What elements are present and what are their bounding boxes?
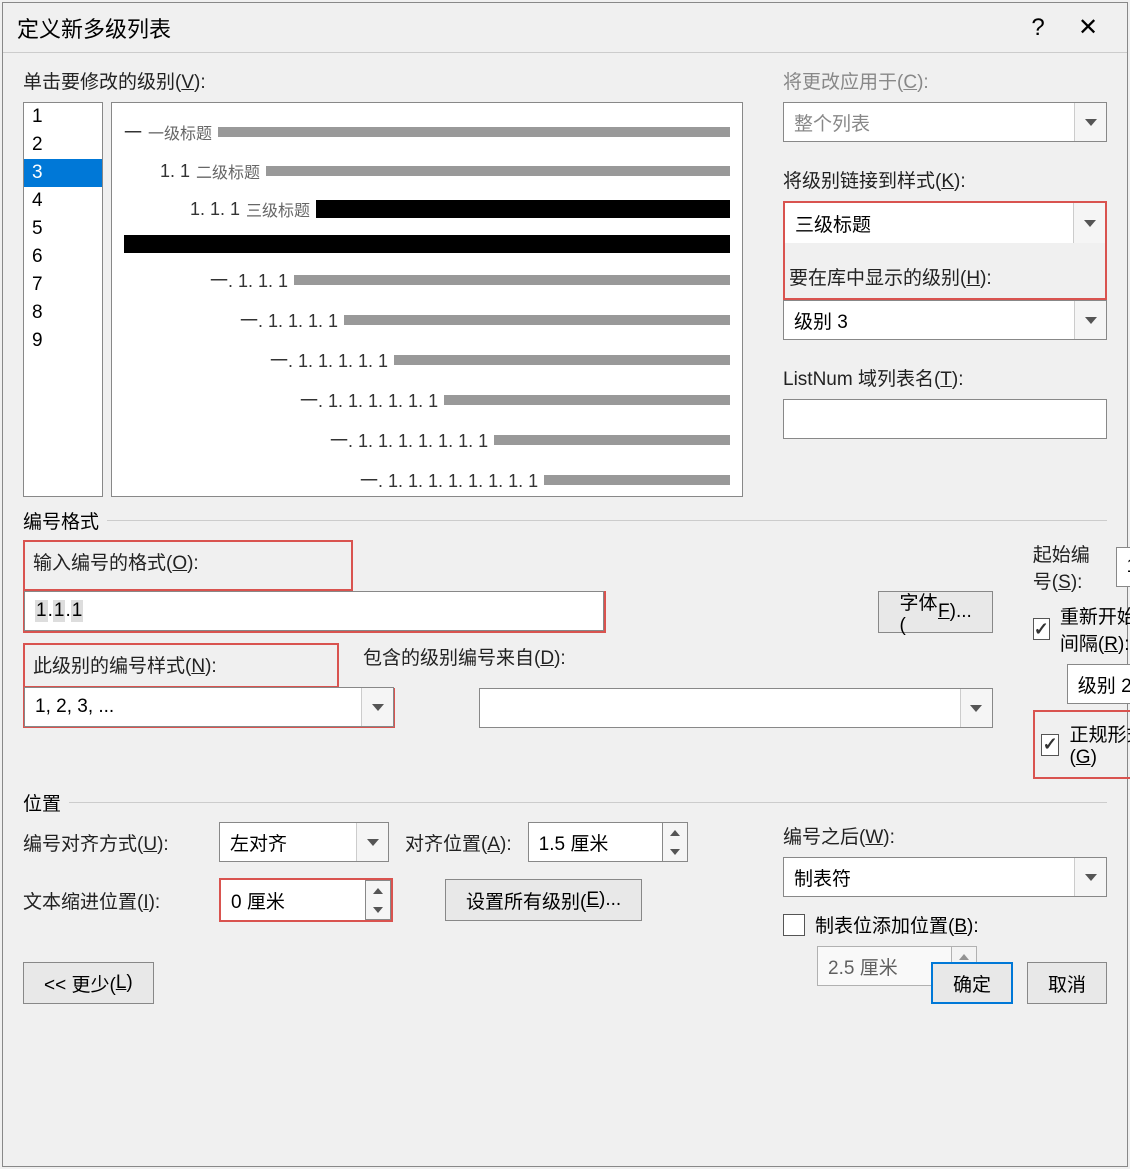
enter-format-label: 输入编号的格式(O): — [33, 548, 343, 575]
restart-checkbox[interactable] — [1033, 618, 1050, 640]
listnum-label: ListNum 域列表名(T): — [783, 364, 1107, 391]
titlebar: 定义新多级列表 ? ✕ — [3, 3, 1127, 53]
level-click-label: 单击要修改的级别(V): — [23, 67, 743, 94]
chevron-down-icon — [1074, 103, 1106, 141]
follow-combo[interactable]: 制表符 — [783, 857, 1107, 897]
num-format-section-title: 编号格式 — [23, 507, 99, 534]
level-listbox[interactable]: 1 2 3 4 5 6 7 8 9 — [23, 102, 103, 497]
level-item[interactable]: 1 — [24, 103, 102, 131]
level-item-selected[interactable]: 3 — [24, 159, 102, 187]
ok-button[interactable]: 确定 — [931, 962, 1013, 1004]
align-at-spinner[interactable]: 1.5 厘米 — [528, 822, 688, 862]
apply-to-label: 将更改应用于(C): — [783, 67, 1107, 94]
level-item[interactable]: 6 — [24, 243, 102, 271]
show-in-lib-label: 要在库中显示的级别(H): — [785, 263, 1105, 290]
text-indent-spinner[interactable]: 0 厘米 — [221, 880, 391, 920]
chevron-down-icon — [1074, 858, 1106, 896]
less-button[interactable]: << 更少(L) — [23, 962, 154, 1004]
close-button[interactable]: ✕ — [1063, 3, 1113, 53]
chevron-down-icon — [1073, 203, 1105, 243]
text-indent-label: 文本缩进位置(I): — [23, 887, 203, 914]
chevron-down-icon — [356, 823, 388, 861]
number-style-combo[interactable]: 1, 2, 3, ... — [24, 687, 394, 727]
align-at-label: 对齐位置(A): — [405, 829, 512, 856]
level-item[interactable]: 7 — [24, 271, 102, 299]
follow-label: 编号之后(W): — [783, 822, 1107, 849]
spinner-down-icon[interactable] — [366, 900, 390, 919]
this-level-style-label: 此级别的编号样式(N): — [33, 651, 329, 678]
level-item[interactable]: 5 — [24, 215, 102, 243]
start-at-spinner[interactable]: 1 — [1116, 547, 1130, 587]
spinner-up-icon[interactable] — [663, 823, 687, 842]
align-combo[interactable]: 左对齐 — [219, 822, 389, 862]
listnum-input[interactable] — [783, 399, 1107, 439]
tab-stop-label: 制表位添加位置(B): — [815, 911, 979, 938]
level-item[interactable]: 4 — [24, 187, 102, 215]
spinner-up-icon[interactable] — [366, 881, 390, 900]
include-from-combo[interactable] — [479, 688, 993, 728]
tab-stop-checkbox[interactable] — [783, 914, 805, 936]
chevron-down-icon — [1074, 301, 1106, 339]
restart-label: 重新开始列表的间隔(R): — [1060, 602, 1130, 656]
link-style-combo[interactable]: 三级标题 — [785, 203, 1105, 243]
chevron-down-icon — [361, 688, 393, 726]
show-in-lib-combo[interactable]: 级别 3 — [783, 300, 1107, 340]
level-item[interactable]: 8 — [24, 299, 102, 327]
include-from-label: 包含的级别编号来自(D): — [363, 643, 993, 670]
chevron-down-icon — [960, 689, 992, 727]
define-multilevel-list-dialog: 定义新多级列表 ? ✕ 单击要修改的级别(V): 1 2 3 4 5 6 7 8 — [2, 2, 1128, 1167]
restart-level-combo[interactable]: 级别 2 — [1067, 664, 1130, 704]
cancel-button[interactable]: 取消 — [1027, 962, 1107, 1004]
number-format-input[interactable]: 1.1.1 — [24, 591, 604, 631]
dialog-title: 定义新多级列表 — [17, 12, 1013, 44]
align-label: 编号对齐方式(U): — [23, 829, 203, 856]
legal-format-checkbox[interactable] — [1041, 734, 1060, 756]
help-button[interactable]: ? — [1013, 3, 1063, 53]
list-preview: 一一级标题 1. 1二级标题 1. 1. 1三级标题 一. 1. 1. 1 一.… — [111, 102, 743, 497]
start-at-label: 起始编号(S): — [1033, 540, 1104, 594]
spinner-down-icon[interactable] — [663, 842, 687, 861]
set-all-levels-button[interactable]: 设置所有级别(E)... — [445, 879, 642, 921]
legal-format-label: 正规形式编号(G) — [1069, 720, 1130, 769]
link-style-label: 将级别链接到样式(K): — [783, 166, 1107, 193]
level-item[interactable]: 9 — [24, 327, 102, 355]
font-button[interactable]: 字体(F)... — [878, 591, 992, 633]
apply-to-combo[interactable]: 整个列表 — [783, 102, 1107, 142]
position-section-title: 位置 — [23, 789, 61, 816]
level-item[interactable]: 2 — [24, 131, 102, 159]
